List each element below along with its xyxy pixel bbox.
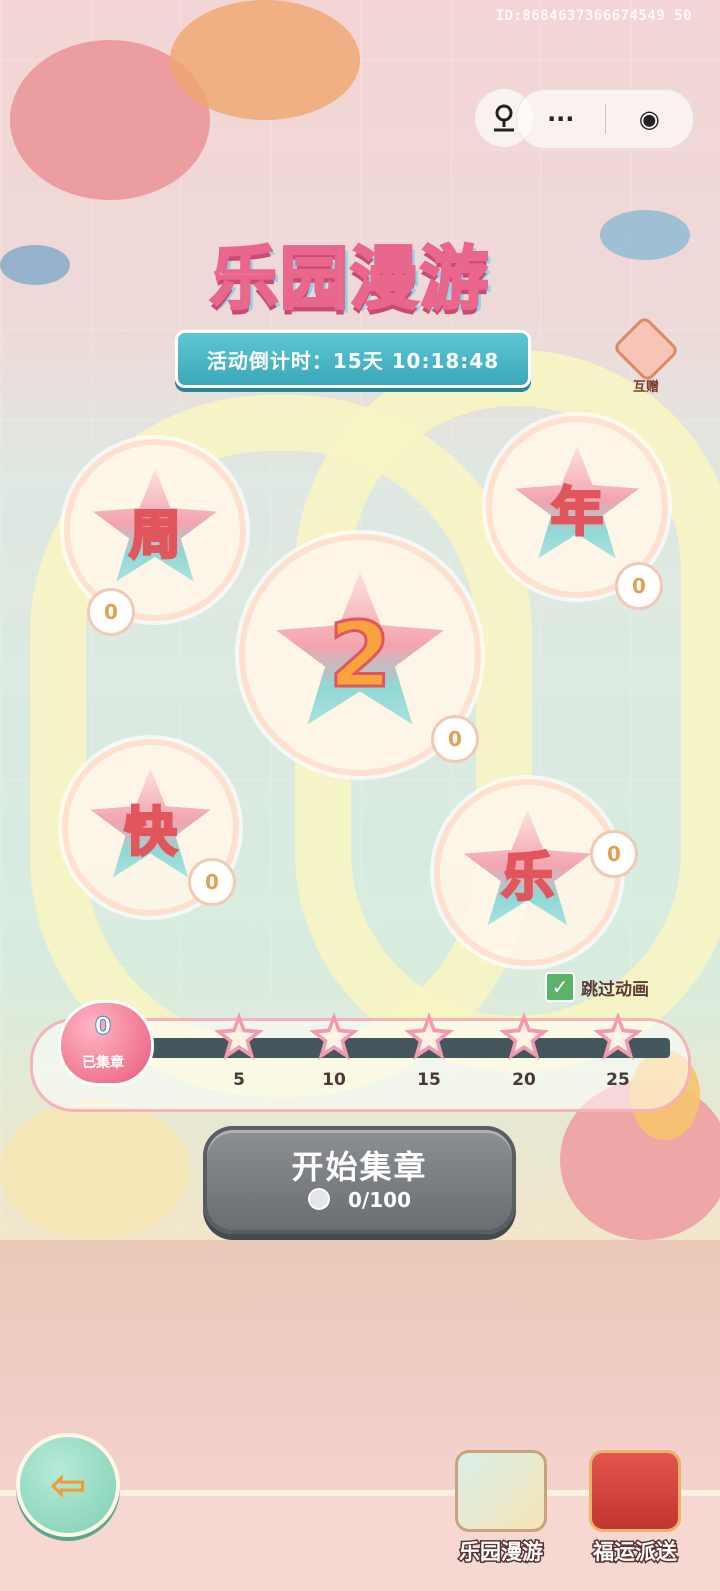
- macaron-decoration: [170, 0, 360, 120]
- milestone-reward-20[interactable]: [498, 1012, 550, 1064]
- tab-label: 福运派送: [592, 1539, 679, 1566]
- milestone-label: 5: [233, 1070, 245, 1090]
- stamp-character: 乐: [500, 847, 555, 910]
- milestone-label: 15: [417, 1070, 441, 1090]
- person-pin-icon: [494, 104, 514, 132]
- user-id-text: ID:8684637366674549 50: [495, 8, 692, 24]
- milestone-label: 10: [322, 1070, 346, 1090]
- collected-label: 已集章: [82, 1055, 124, 1071]
- mini-program-capsule: ··· ◉: [516, 89, 694, 149]
- more-icon: ···: [547, 105, 575, 133]
- stamp-character: 周: [127, 504, 182, 567]
- back-arrow-icon: ⇦: [49, 1459, 87, 1511]
- tab-label: 乐园漫游: [458, 1539, 545, 1566]
- more-menu-button[interactable]: ···: [517, 90, 605, 148]
- stamp-character: 年: [549, 481, 604, 544]
- milestone-reward-5[interactable]: [213, 1012, 265, 1064]
- candy-decoration: [600, 210, 690, 260]
- stamp-nian[interactable]: 年 0: [492, 422, 663, 610]
- stamp-character: 快: [123, 802, 178, 865]
- start-collect-button[interactable]: 开始集章 0/100: [203, 1126, 516, 1234]
- milestone-reward-10[interactable]: [308, 1012, 360, 1064]
- gift-exchange-button[interactable]: 互赠: [612, 315, 680, 395]
- checkbox-checked-icon: ✓: [545, 972, 575, 1002]
- progress-bar: [130, 1038, 670, 1058]
- stamp-character: 2: [327, 601, 393, 709]
- stamp-count-badge: 0: [615, 562, 663, 610]
- close-button[interactable]: ◉: [606, 90, 694, 148]
- start-collect-label: 开始集章: [291, 1148, 428, 1186]
- cake-decoration: [0, 1100, 190, 1240]
- skip-animation-toggle[interactable]: ✓ 跳过动画: [545, 972, 649, 1002]
- stamp-2[interactable]: 2 0: [245, 540, 479, 770]
- stamp-count-badge: 0: [188, 858, 236, 906]
- stamp-kuai[interactable]: 快 0: [68, 745, 236, 910]
- start-collect-counter: 0/100: [207, 1188, 512, 1212]
- back-button[interactable]: ⇦: [16, 1433, 120, 1537]
- stamp-count-badge: 0: [87, 588, 135, 636]
- event-title: 乐园漫游: [208, 239, 490, 321]
- stamp-count-badge: 0: [590, 830, 638, 878]
- milestone-label: 20: [512, 1070, 536, 1090]
- stamp-count-badge: 0: [431, 715, 479, 763]
- tab-lucky-delivery[interactable]: 福运派送: [580, 1450, 690, 1570]
- close-circle-icon: ◉: [638, 105, 660, 133]
- milestone-reward-25[interactable]: [592, 1012, 644, 1064]
- cotton-candy-icon: [308, 1188, 331, 1210]
- red-envelope-icon: [589, 1450, 681, 1532]
- gift-exchange-icon: [612, 315, 680, 383]
- map-icon: [455, 1450, 547, 1532]
- collected-count-balloon: 0 已集章: [44, 996, 154, 1106]
- collected-count: 0: [94, 1012, 112, 1041]
- candy-decoration: [0, 245, 70, 285]
- milestone-label: 25: [606, 1070, 630, 1090]
- stamp-le[interactable]: 乐 0: [440, 785, 638, 960]
- attempt-counter: 0/100: [348, 1188, 411, 1212]
- skip-animation-label: 跳过动画: [581, 979, 649, 1000]
- milestone-reward-15[interactable]: [403, 1012, 455, 1064]
- countdown-banner: 活动倒计时：15天 10:18:48: [175, 330, 531, 388]
- tab-park-tour[interactable]: 乐园漫游: [446, 1450, 556, 1570]
- stamp-zhou[interactable]: 周 0: [70, 445, 240, 636]
